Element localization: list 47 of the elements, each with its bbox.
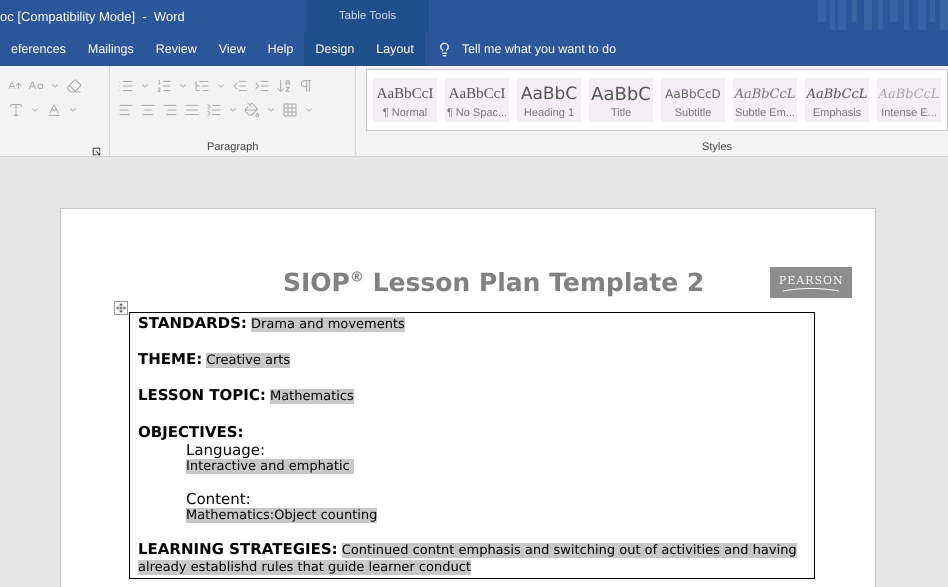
ribbon-tab[interactable]: Review <box>144 32 208 66</box>
table-cell-line: THEME: Creative arts <box>138 351 292 369</box>
contextual-tab-header: Table Tools <box>306 0 429 32</box>
style-option[interactable]: AaBbCcL Emphasis <box>805 78 869 122</box>
clear-formatting-icon[interactable] <box>66 78 82 94</box>
style-option[interactable]: AaBbCcL Subtle Em... <box>733 78 797 122</box>
decrease-indent-icon[interactable] <box>232 78 248 94</box>
publisher-logo: PEARSON <box>770 267 852 298</box>
align-right-icon[interactable] <box>162 102 178 118</box>
style-option[interactable]: AaBbC Title <box>589 78 653 122</box>
text-effects-icon[interactable] <box>8 102 24 118</box>
group-label: Styles <box>701 141 733 155</box>
sort-icon[interactable] <box>276 78 292 94</box>
multilevel-list-icon[interactable] <box>194 78 210 94</box>
ribbon-tab[interactable]: Help <box>256 32 304 66</box>
table-cell-line: STANDARDS: Drama and movements <box>138 315 406 333</box>
style-option[interactable]: AaBbC Heading 1 <box>517 78 581 122</box>
ribbon-tab[interactable]: Mailings <box>76 32 145 66</box>
objective-value: Mathematics:Object counting <box>186 508 378 523</box>
align-center-icon[interactable] <box>140 102 156 118</box>
tell-me-field[interactable]: Tell me what you want to do <box>436 32 616 66</box>
style-option[interactable]: AaBbCcD Subtitle <box>661 78 725 122</box>
style-option[interactable]: AaBbCcI ¶ Normal <box>373 78 437 122</box>
ribbon-tab[interactable]: eferences <box>0 32 77 66</box>
increase-indent-icon[interactable] <box>254 78 270 94</box>
font-color-icon[interactable] <box>46 102 62 118</box>
ribbon-tab[interactable]: View <box>208 32 257 66</box>
section-label: OBJECTIVES: <box>138 423 244 441</box>
shading-icon[interactable] <box>244 102 260 118</box>
borders-icon[interactable] <box>282 102 298 118</box>
objective-label: Language: <box>186 441 266 459</box>
group-label: Paragraph <box>206 141 260 155</box>
ribbon-tab[interactable]: Design <box>304 32 366 66</box>
numbering-icon[interactable] <box>156 78 172 94</box>
justify-icon[interactable] <box>184 102 200 118</box>
window-title: oc [Compatibility Mode] - Word <box>0 8 185 26</box>
objective-label: Content: <box>186 490 252 508</box>
table-cell-line: LESSON TOPIC: Mathematics <box>138 387 355 405</box>
style-option[interactable]: AaBbCcI ¶ No Spac... <box>445 78 509 122</box>
style-option[interactable]: AaBbCcL Intense E... <box>877 78 941 122</box>
align-left-icon[interactable] <box>118 102 134 118</box>
objective-value: Interactive and emphatic <box>186 459 354 474</box>
document-title: SIOP$^{®}$ Lesson Plan Template 2 <box>283 268 704 297</box>
dialog-launcher-icon[interactable] <box>92 147 102 156</box>
ribbon-tab[interactable]: Layout <box>365 32 425 66</box>
line-spacing-icon[interactable] <box>206 102 222 118</box>
table-move-handle[interactable] <box>114 301 128 315</box>
